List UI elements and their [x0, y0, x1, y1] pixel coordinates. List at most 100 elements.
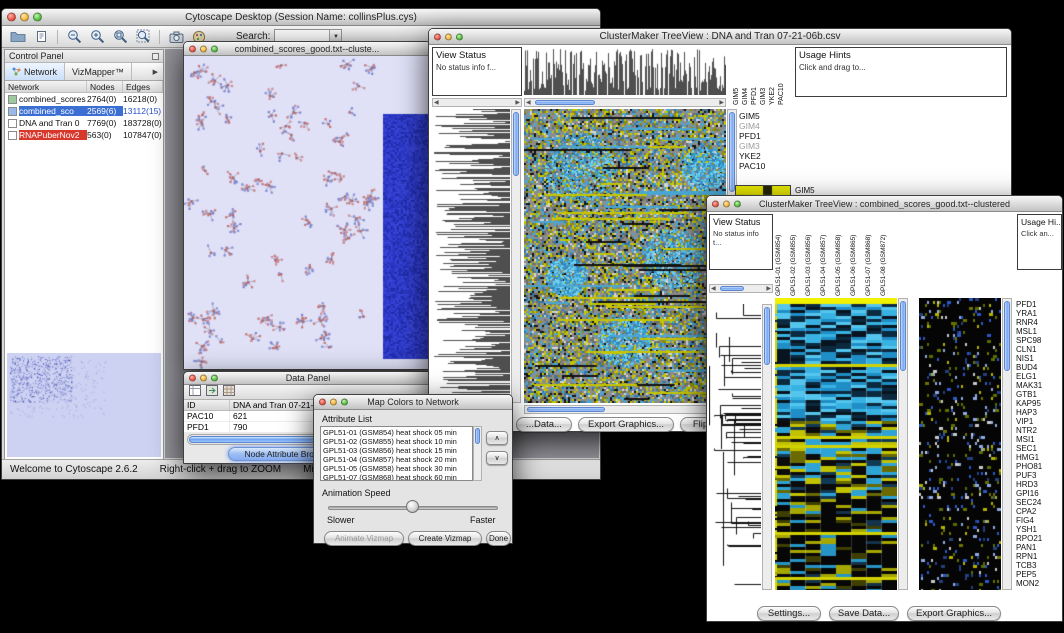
scrollbar-thumb[interactable] [720, 286, 744, 291]
column-header-edges[interactable]: Edges [123, 81, 163, 92]
minimize-icon[interactable] [20, 13, 29, 22]
column-label[interactable]: GPL51-03 (GSM856) [805, 214, 820, 296]
export-graphics-button[interactable]: Export Graphics... [578, 417, 674, 432]
scrollbar-thumb[interactable] [764, 307, 770, 365]
settings-button[interactable]: Settings... [757, 606, 821, 621]
gene-label[interactable]: ELG1 [1016, 372, 1062, 381]
gene-label[interactable]: PHO81 [1016, 462, 1062, 471]
treeview-dna-titlebar[interactable]: ClusterMaker TreeView : DNA and Tran 07-… [429, 29, 1011, 45]
save-data-button[interactable]: ...Data... [516, 417, 572, 432]
scroll-right-icon[interactable]: ▶ [515, 99, 520, 106]
column-header-nodes[interactable]: Nodes [87, 81, 123, 92]
move-down-button[interactable]: ∨ [486, 451, 508, 465]
scrollbar-thumb[interactable] [535, 100, 595, 105]
zoom-in-icon[interactable] [87, 28, 107, 46]
vertical-scrollbar[interactable] [473, 426, 482, 481]
gene-label[interactable]: GIM5 [739, 111, 787, 121]
column-label[interactable]: PAC10 [778, 47, 787, 105]
open-folder-icon[interactable] [8, 28, 28, 46]
network-view-titlebar[interactable]: combined_scores_good.txt--cluste... [184, 42, 430, 56]
column-label[interactable]: PFD1 [751, 47, 760, 105]
close-icon[interactable] [434, 33, 441, 40]
gene-label[interactable]: GTB1 [1016, 390, 1062, 399]
scroll-right-icon[interactable]: ▶ [766, 285, 771, 292]
attribute-list-item[interactable]: GPL51-07 (GSM868) heat shock 60 min [323, 473, 470, 481]
attribute-list-item[interactable]: GPL51-04 (GSM857) heat shock 20 min [323, 455, 470, 464]
attribute-list-item[interactable]: GPL51-02 (GSM855) heat shock 10 min [323, 437, 470, 446]
zoom-window-icon[interactable] [211, 45, 218, 52]
expression-heatmap[interactable] [775, 298, 897, 590]
minimize-icon[interactable] [723, 200, 730, 207]
import-network-icon[interactable] [31, 28, 51, 46]
gene-label[interactable]: PFD1 [1016, 300, 1062, 309]
gene-label[interactable]: SPC98 [1016, 336, 1062, 345]
gene-label[interactable]: HMG1 [1016, 453, 1062, 462]
scrollbar-thumb[interactable] [1004, 301, 1010, 371]
tab-vizmapper[interactable]: VizMapper™ [65, 63, 132, 80]
gene-label[interactable]: CPA2 [1016, 507, 1062, 516]
zoom-window-icon[interactable] [734, 200, 741, 207]
zoom-fit-icon[interactable] [110, 28, 130, 46]
gene-label[interactable]: MSL1 [1016, 327, 1062, 336]
data-panel-titlebar[interactable]: Data Panel [184, 372, 432, 385]
column-header-id[interactable]: ID [184, 400, 230, 410]
animate-vizmap-button[interactable]: Animate Vizmap [324, 531, 404, 546]
gene-label[interactable]: HAP3 [1016, 408, 1062, 417]
column-label[interactable]: GPL51-05 (GSM858) [835, 214, 850, 296]
minimize-icon[interactable] [200, 45, 207, 52]
scrollbar-thumb[interactable] [900, 301, 906, 371]
scrollbar-thumb[interactable] [513, 112, 519, 176]
gene-label[interactable]: BUD4 [1016, 363, 1062, 372]
gene-label[interactable]: MSI1 [1016, 435, 1062, 444]
attribute-list-item[interactable]: GPL51-01 (GSM854) heat shock 05 min [323, 428, 470, 437]
column-label[interactable]: YKE2 [769, 47, 778, 105]
gene-label[interactable]: SEC24 [1016, 498, 1062, 507]
minimize-icon[interactable] [330, 399, 337, 406]
export-graphics-button[interactable]: Export Graphics... [907, 606, 1001, 621]
gene-label[interactable]: TCB3 [1016, 561, 1062, 570]
gene-label[interactable]: FIG4 [1016, 516, 1062, 525]
network-list-item[interactable]: combined_sco 2569(6) 13112(15) [5, 105, 163, 117]
close-icon[interactable] [189, 45, 196, 52]
gene-label[interactable]: YRA1 [1016, 309, 1062, 318]
network-overview-thumbnail[interactable] [7, 353, 161, 457]
column-label[interactable]: GIM4 [742, 47, 751, 105]
attribute-browser-icon[interactable] [189, 383, 201, 401]
column-label[interactable]: GIM3 [760, 47, 769, 105]
vertical-scrollbar[interactable] [511, 109, 521, 403]
vertical-scrollbar[interactable] [1002, 298, 1012, 590]
gene-label[interactable]: GPI16 [1016, 489, 1062, 498]
column-dendrogram[interactable] [524, 47, 726, 95]
network-list-item[interactable]: DNA and Tran 0 7769(0) 183728(0) [5, 117, 163, 129]
column-label[interactable]: GPL51-01 (GSM854) [775, 214, 790, 296]
gene-label[interactable]: RNR4 [1016, 318, 1062, 327]
zoom-window-icon[interactable] [341, 399, 348, 406]
gene-label[interactable]: GIM4 [739, 121, 787, 131]
done-button[interactable]: Done [486, 531, 511, 546]
cytoscape-titlebar[interactable]: Cytoscape Desktop (Session Name: collins… [2, 9, 600, 26]
gene-label[interactable]: NIS1 [1016, 354, 1062, 363]
scrollbar-thumb[interactable] [527, 407, 605, 412]
vertical-scrollbar[interactable] [898, 298, 908, 590]
column-label[interactable]: GPL51-06 (GSM865) [850, 214, 865, 296]
scroll-left-icon[interactable]: ◀ [711, 285, 716, 292]
attribute-list-item[interactable]: GPL51-03 (GSM856) heat shock 15 min [323, 446, 470, 455]
minimize-icon[interactable] [445, 33, 452, 40]
expression-heatmap[interactable] [524, 109, 726, 403]
scrollbar-thumb[interactable] [475, 428, 480, 444]
gene-label[interactable]: RPN1 [1016, 552, 1062, 561]
network-list-item[interactable]: RNAPuberNov2 563(0) 107847(0) [5, 129, 163, 141]
horizontal-scrollbar[interactable]: ◀▶ [709, 284, 773, 293]
zoom-window-icon[interactable] [211, 375, 218, 382]
save-data-button[interactable]: Save Data... [829, 606, 899, 621]
row-dendrogram[interactable] [709, 304, 761, 590]
gene-label[interactable]: PAN1 [1016, 543, 1062, 552]
gene-label[interactable]: MON2 [1016, 579, 1062, 588]
vertical-scrollbar[interactable] [762, 304, 772, 590]
gene-label[interactable]: YSH1 [1016, 525, 1062, 534]
horizontal-scrollbar[interactable]: ◀▶ [432, 98, 522, 107]
gene-label[interactable]: YKE2 [739, 151, 787, 161]
close-icon[interactable] [189, 375, 196, 382]
gene-label[interactable]: RPO21 [1016, 534, 1062, 543]
move-up-button[interactable]: ∧ [486, 431, 508, 445]
